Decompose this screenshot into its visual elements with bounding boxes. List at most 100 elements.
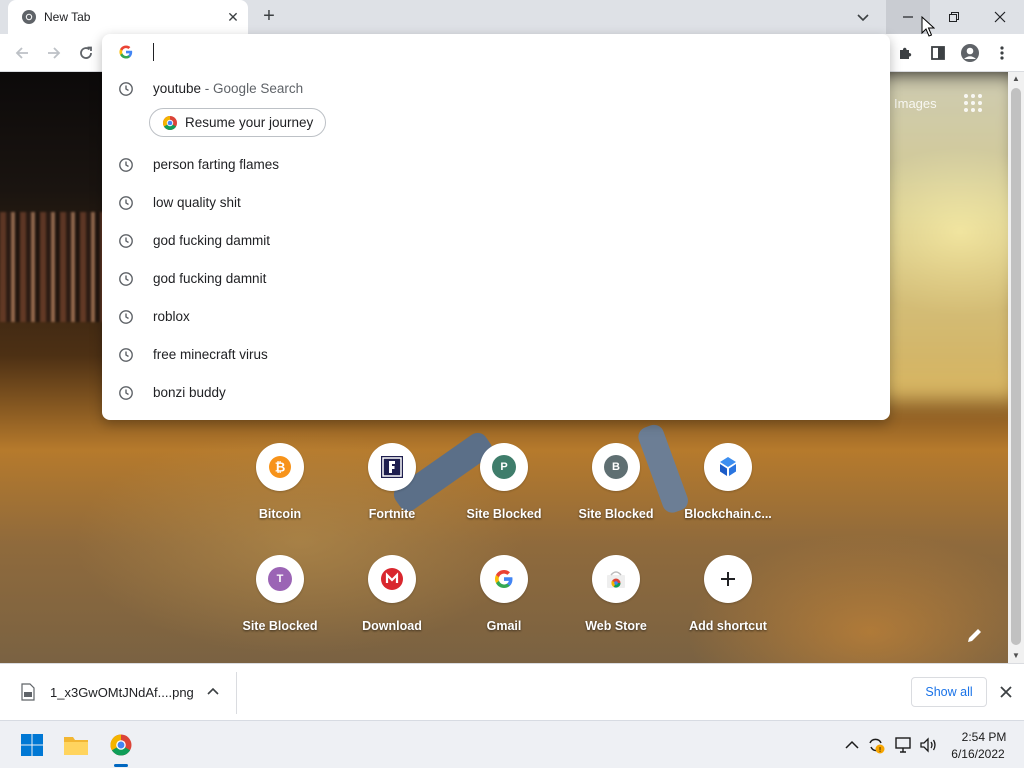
tab-new-tab[interactable]: New Tab ✕: [8, 0, 248, 34]
shortcut-add[interactable]: Add shortcut: [672, 555, 784, 655]
new-tab-button[interactable]: +: [258, 6, 280, 28]
show-all-button[interactable]: Show all: [911, 677, 987, 707]
suggestion-item[interactable]: roblox: [102, 298, 890, 336]
download-item[interactable]: 1_x3GwOMtJNdAf....png: [0, 664, 236, 721]
shortcut-icon-bg: [592, 555, 640, 603]
suggestion-text: free minecraft virus: [153, 347, 268, 362]
shortcut-label: Site Blocked: [242, 619, 318, 633]
chrome-taskbar-button[interactable]: [105, 729, 137, 761]
chevron-up-icon[interactable]: [204, 683, 222, 701]
bitcoin-icon: ₿: [269, 456, 291, 478]
suggestion-item[interactable]: person farting flames: [102, 146, 890, 184]
reload-button[interactable]: [73, 40, 99, 66]
download-shelf: 1_x3GwOMtJNdAf....png Show all: [0, 663, 1024, 720]
shortcut-label: Download: [362, 619, 422, 633]
suggestion-item[interactable]: god fucking dammit: [102, 222, 890, 260]
shortcut-web-store[interactable]: Web Store: [560, 555, 672, 655]
shortcut-gmail[interactable]: Gmail: [448, 555, 560, 655]
scroll-up-icon[interactable]: ▲: [1008, 72, 1024, 86]
shortcut-icon-bg: P: [480, 443, 528, 491]
shortcut-label: Bitcoin: [258, 507, 302, 521]
restore-button[interactable]: [932, 0, 976, 34]
google-g-icon: [119, 45, 133, 59]
suggestion-text: youtube: [153, 81, 202, 96]
scroll-down-icon[interactable]: ▼: [1008, 649, 1024, 663]
shortcut-label: Gmail: [486, 619, 522, 633]
page-scrollbar[interactable]: ▲ ▼: [1008, 72, 1024, 663]
chrome-color-icon: [110, 734, 132, 756]
letter-p-icon: P: [492, 455, 516, 479]
close-icon[interactable]: [996, 682, 1016, 702]
webstore-icon: [607, 571, 625, 588]
letter-t-icon: T: [268, 567, 292, 591]
more-vert-icon: [1000, 46, 1004, 60]
suggestion-item[interactable]: low quality shit: [102, 184, 890, 222]
journey-label: Resume your journey: [185, 115, 314, 130]
suggestion-item[interactable]: youtube - Google Search: [102, 70, 890, 108]
tab-search-icon[interactable]: [852, 6, 874, 28]
resume-journey-chip[interactable]: Resume your journey: [149, 108, 327, 137]
images-link[interactable]: Images: [894, 96, 937, 111]
side-panel-button[interactable]: [926, 41, 950, 65]
suggestion-text: god fucking damnit: [153, 271, 267, 286]
shortcut-fortnite[interactable]: Fortnite: [336, 443, 448, 543]
omnibox-input[interactable]: [153, 43, 853, 61]
reload-icon: [80, 46, 92, 59]
file-explorer-button[interactable]: [60, 729, 92, 761]
extensions-button[interactable]: [894, 41, 918, 65]
minimize-icon: [903, 16, 913, 18]
close-icon: [994, 11, 1006, 23]
menu-button[interactable]: [990, 41, 1014, 65]
network-icon[interactable]: [894, 735, 914, 755]
svg-text:₿: ₿: [275, 461, 286, 476]
shortcut-site-blocked-p[interactable]: P Site Blocked: [448, 443, 560, 543]
windows-logo-icon: [21, 734, 43, 756]
back-button[interactable]: [9, 40, 35, 66]
volume-icon[interactable]: [918, 735, 938, 755]
shortcut-icon-bg: T: [256, 555, 304, 603]
active-app-indicator: [114, 764, 128, 767]
tab-strip: New Tab ✕ +: [0, 0, 1024, 34]
shortcut-site-blocked-b[interactable]: B Site Blocked: [560, 443, 672, 543]
apps-grid-icon[interactable]: [962, 92, 984, 114]
shortcut-blockchain[interactable]: Blockchain.c...: [672, 443, 784, 543]
avatar-icon: [961, 44, 979, 62]
chevron-up-icon[interactable]: [842, 735, 862, 755]
suggestion-text: roblox: [153, 309, 190, 324]
plus-icon: [721, 572, 735, 586]
omnibox-dropdown: youtube - Google Search Resume your jour…: [102, 34, 890, 420]
shortcut-site-blocked-t[interactable]: T Site Blocked: [224, 555, 336, 655]
shortcut-bitcoin[interactable]: ₿ Bitcoin: [224, 443, 336, 543]
shortcut-download[interactable]: Download: [336, 555, 448, 655]
suggestion-item[interactable]: free minecraft virus: [102, 336, 890, 374]
shortcut-icon-bg: [368, 443, 416, 491]
history-icon: [119, 158, 133, 172]
puzzle-icon: [900, 47, 912, 59]
history-icon: [119, 234, 133, 248]
history-icon: [119, 386, 133, 400]
start-button[interactable]: [16, 729, 48, 761]
scroll-thumb[interactable]: [1011, 88, 1021, 645]
chrome-color-icon: [163, 116, 177, 130]
suggestion-text: low quality shit: [153, 195, 241, 210]
close-window-button[interactable]: [978, 0, 1022, 34]
history-icon: [119, 196, 133, 210]
pencil-icon[interactable]: [964, 624, 986, 646]
file-icon: [21, 683, 35, 701]
text-caret: [153, 43, 154, 61]
profile-button[interactable]: [958, 41, 982, 65]
sync-warning-icon[interactable]: !: [866, 735, 886, 755]
suggestion-item[interactable]: god fucking damnit: [102, 260, 890, 298]
background-crowd: [0, 212, 110, 322]
back-arrow-icon: [15, 47, 28, 59]
suggestion-item[interactable]: bonzi buddy: [102, 374, 890, 412]
shortcut-icon-bg: [704, 443, 752, 491]
forward-button[interactable]: [41, 40, 67, 66]
history-icon: [119, 310, 133, 324]
tab-close-icon[interactable]: ✕: [224, 8, 242, 26]
mega-icon: [381, 568, 403, 590]
shortcut-label: Site Blocked: [466, 507, 542, 521]
suggestion-desc: - Google Search: [201, 81, 304, 96]
fortnite-icon: [381, 456, 403, 478]
forward-arrow-icon: [48, 47, 61, 59]
